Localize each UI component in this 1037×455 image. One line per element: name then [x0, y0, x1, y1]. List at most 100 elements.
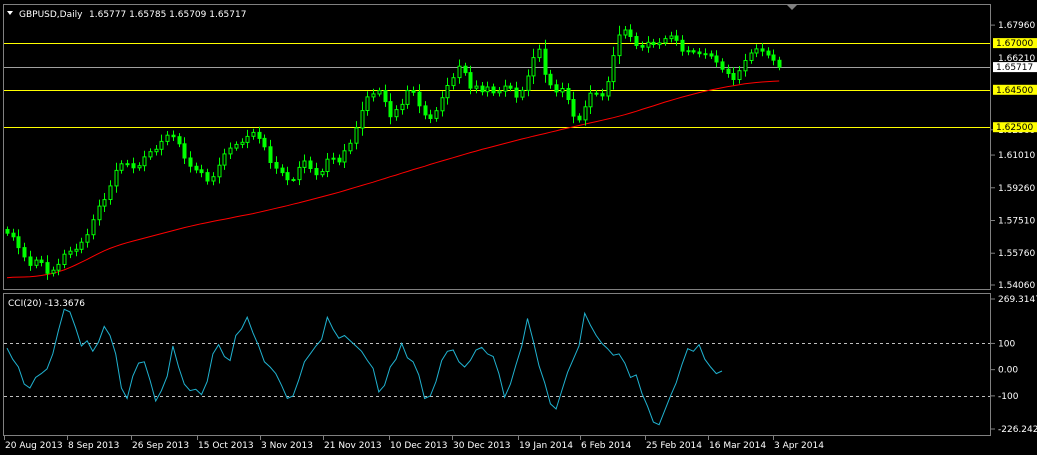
price-axis-label: 1.59260 [998, 184, 1035, 194]
candle-body [274, 162, 279, 169]
candle-body [28, 256, 33, 266]
candle-body [634, 36, 639, 46]
candle-body [737, 70, 742, 80]
cci-label: CCI(20) -13.3676 [8, 299, 85, 309]
candle-body [262, 137, 267, 148]
candle-body [686, 50, 691, 53]
time-axis-label: 3 Apr 2014 [774, 441, 824, 451]
candle-body [222, 153, 227, 166]
candle-body [251, 131, 256, 137]
candle-body [245, 135, 250, 143]
cci-axis-label: -100 [998, 392, 1019, 402]
candle-body [159, 140, 164, 150]
candle-body [423, 105, 428, 116]
candle-body [709, 53, 714, 57]
time-axis-label: 3 Nov 2013 [261, 441, 313, 451]
candle-body [714, 55, 719, 63]
candle-body [583, 106, 588, 121]
ohlc-readout: 1.65777 1.65785 1.65709 1.65717 [89, 10, 246, 20]
candle-body [234, 143, 239, 149]
candle-body [240, 141, 245, 145]
candle-body [628, 29, 633, 37]
candle-body [777, 59, 782, 68]
candle-body [651, 41, 656, 45]
candle-body [457, 65, 462, 79]
candle-body [79, 241, 84, 250]
time-axis-label: 21 Nov 2013 [324, 441, 382, 451]
candle-body [291, 179, 296, 181]
time-axis-label: 25 Feb 2014 [646, 441, 702, 451]
candle-body [445, 85, 450, 99]
candle-body [720, 61, 725, 70]
candle-body [663, 38, 668, 44]
candle-body [5, 229, 10, 234]
time-axis-label: 30 Dec 2013 [453, 441, 511, 451]
candle-body [51, 269, 56, 274]
price-axis: 1.679601.623601.610101.592601.575101.557… [991, 21, 1037, 291]
price-axis-label: 1.61010 [998, 151, 1035, 161]
candle-body [354, 127, 359, 144]
candle-body [85, 234, 90, 243]
candle-body [571, 99, 576, 117]
candle-body [640, 45, 645, 48]
trading-chart: GBPUSD,Daily 1.65777 1.65785 1.65709 1.6… [0, 0, 1037, 455]
candle-body [297, 166, 302, 181]
candle-body [434, 110, 439, 119]
candle-body [16, 236, 21, 249]
candle-body [119, 163, 124, 171]
candle-body [623, 29, 628, 36]
price-level-label: 1.64500 [996, 86, 1033, 96]
candle-body [383, 90, 388, 103]
price-axis-label: 1.55760 [998, 249, 1035, 259]
time-axis-label: 20 Aug 2013 [5, 441, 63, 451]
time-axis-label: 26 Sep 2013 [132, 441, 189, 451]
candle-body [348, 142, 353, 152]
candle-body [657, 42, 662, 46]
candle-body [137, 165, 142, 169]
candle-body [554, 84, 559, 93]
symbol-label: GBPUSD,Daily [19, 10, 83, 20]
candle-body [74, 248, 79, 252]
candle-body [325, 158, 330, 172]
candle-body [400, 103, 405, 111]
candle-body [62, 253, 67, 265]
candle-body [440, 97, 445, 112]
candle-body [508, 85, 513, 89]
candle-body [320, 171, 325, 176]
candle-body [217, 164, 222, 178]
candle-body [771, 54, 776, 61]
candle-body [114, 169, 119, 187]
candle-body [91, 219, 96, 236]
candle-body [491, 86, 496, 94]
candle-body [205, 172, 210, 182]
time-axis-label: 8 Sep 2013 [68, 441, 119, 451]
candle-body [537, 48, 542, 59]
price-level-label: 1.67000 [996, 39, 1033, 49]
candle-body [165, 134, 170, 142]
candle-body [371, 93, 376, 98]
candle-body [594, 92, 599, 95]
candle-body [365, 96, 370, 112]
candle-body [417, 91, 422, 107]
candle-body [749, 52, 754, 61]
candle-body [102, 199, 107, 207]
candle-body [148, 151, 153, 158]
candle-body [743, 60, 748, 72]
candle-body [39, 259, 44, 264]
candle-body [154, 148, 159, 153]
candle-body [674, 35, 679, 41]
time-axis-label: 15 Oct 2013 [198, 441, 254, 451]
candle-body [531, 57, 536, 77]
candle-body [691, 50, 696, 53]
candle-body [577, 115, 582, 121]
candle-body [182, 143, 187, 159]
candle-body [697, 51, 702, 55]
candle-body [497, 90, 502, 94]
chart-background [0, 0, 1037, 455]
cci-axis-label: -226.2421 [998, 425, 1037, 435]
candle-body [268, 146, 273, 164]
candle-body [646, 41, 651, 48]
candle-body [308, 160, 313, 169]
candle-body [703, 53, 708, 56]
candle-body [588, 92, 593, 108]
